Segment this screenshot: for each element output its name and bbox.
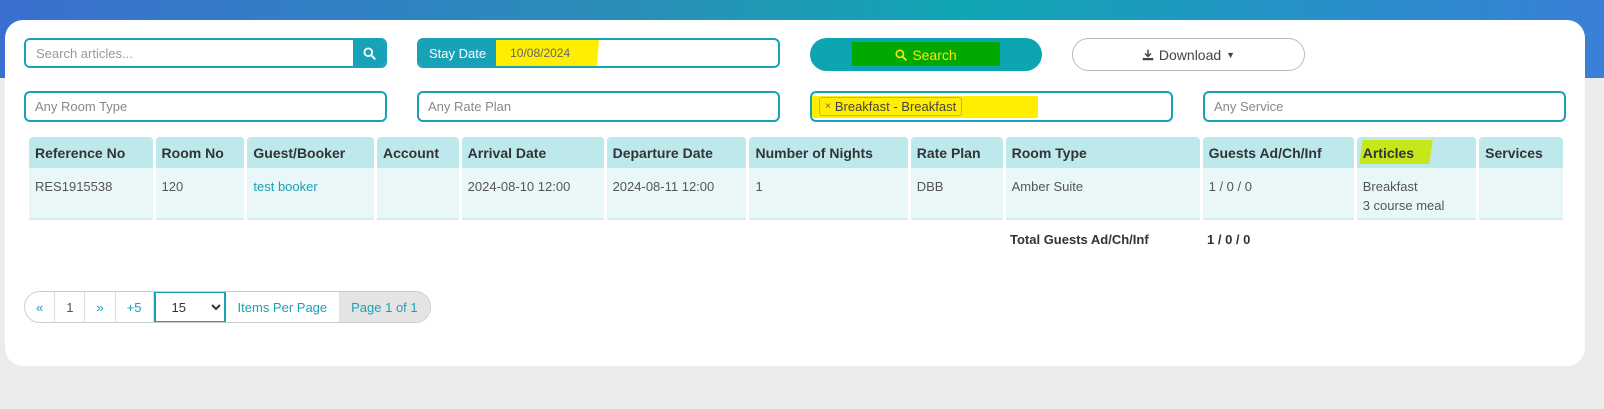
cell-arrival: 2024-08-10 12:00 (461, 168, 604, 220)
col-header-reference[interactable]: Reference No (29, 137, 153, 168)
download-button[interactable]: Download ▼ (1072, 38, 1305, 71)
col-header-nights[interactable]: Number of Nights (749, 137, 908, 168)
cell-guests: 1 / 0 / 0 (1202, 168, 1354, 220)
remove-tag-icon[interactable]: × (825, 101, 831, 112)
col-header-departure[interactable]: Departure Date (606, 137, 747, 168)
cell-reference: RES1915538 (29, 168, 153, 220)
col-header-rate-plan[interactable]: Rate Plan (910, 137, 1003, 168)
stay-date-input[interactable]: 10/08/2024 (487, 40, 778, 66)
search-button-label: Search (912, 46, 957, 63)
cell-rate-plan: DBB (910, 168, 1003, 220)
cell-nights: 1 (749, 168, 908, 220)
room-type-select[interactable]: Any Room Type (24, 91, 387, 122)
col-header-account[interactable]: Account (376, 137, 459, 168)
room-type-placeholder: Any Room Type (35, 99, 128, 114)
first-page-button[interactable]: « (25, 292, 56, 322)
article-search-group (24, 38, 387, 68)
articles-select[interactable]: × Breakfast - Breakfast (810, 91, 1173, 122)
article-line: 3 course meal (1362, 198, 1445, 213)
article-search-input[interactable] (26, 40, 353, 66)
stay-date-label: Stay Date (419, 40, 497, 66)
col-header-articles-label: Articles (1362, 144, 1415, 161)
totals-value: 1 / 0 / 0 (1207, 232, 1251, 247)
col-header-room[interactable]: Room No (155, 137, 245, 168)
service-placeholder: Any Service (1214, 99, 1284, 114)
service-select[interactable]: Any Service (1203, 91, 1566, 122)
article-tag-label: Breakfast - Breakfast (834, 99, 957, 114)
col-header-services[interactable]: Services (1479, 137, 1563, 168)
col-header-guests[interactable]: Guests Ad/Ch/Inf (1202, 137, 1354, 168)
rate-plan-select[interactable]: Any Rate Plan (417, 91, 780, 122)
page-info: Page 1 of 1 (339, 292, 430, 322)
download-icon (1142, 49, 1154, 60)
col-header-guest[interactable]: Guest/Booker (247, 137, 374, 168)
pagination: « 1 » +5 15 Items Per Page Page 1 of 1 (24, 291, 431, 323)
search-button[interactable]: Search (810, 38, 1042, 71)
cell-services (1479, 168, 1563, 220)
col-header-arrival[interactable]: Arrival Date (461, 137, 604, 168)
stay-date-value: 10/08/2024 (510, 46, 571, 60)
caret-down-icon: ▼ (1226, 49, 1236, 60)
download-button-label: Download (1158, 46, 1222, 63)
col-header-room-type[interactable]: Room Type (1005, 137, 1200, 168)
cell-account (376, 168, 459, 220)
cell-room: 120 (155, 168, 245, 220)
table-row: RES1915538 120 test booker 2024-08-10 12… (29, 168, 1563, 220)
totals-label: Total Guests Ad/Ch/Inf (1010, 232, 1149, 247)
cell-room-type: Amber Suite (1005, 168, 1200, 220)
items-per-page-select[interactable]: 15 (153, 292, 226, 322)
search-icon (895, 48, 908, 61)
cell-articles: Breakfast 3 course meal (1356, 168, 1477, 220)
search-icon-button[interactable] (353, 40, 385, 66)
next-page-button[interactable]: » (85, 292, 116, 322)
stay-date-group: Stay Date 10/08/2024 (417, 38, 780, 68)
reservations-table: Reference No Room No Guest/Booker Accoun… (26, 137, 1566, 220)
article-tag: × Breakfast - Breakfast (819, 97, 963, 116)
table-header-row: Reference No Room No Guest/Booker Accoun… (29, 137, 1563, 168)
page-1-button[interactable]: 1 (55, 292, 86, 322)
rate-plan-placeholder: Any Rate Plan (428, 99, 512, 114)
cell-departure: 2024-08-11 12:00 (606, 168, 747, 220)
plus-five-button[interactable]: +5 (115, 292, 154, 322)
article-line: Breakfast (1362, 179, 1418, 194)
items-per-page-label: Items Per Page (237, 299, 328, 315)
col-header-articles[interactable]: Articles (1356, 137, 1477, 168)
search-icon (362, 46, 376, 60)
cell-guest-link[interactable]: test booker (247, 168, 374, 220)
